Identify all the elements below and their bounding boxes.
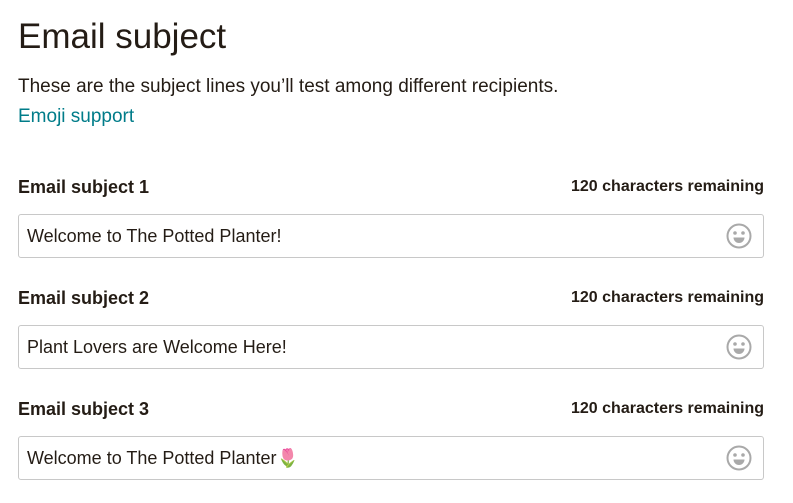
email-subject-2-character-count: 120 characters remaining [571, 289, 764, 306]
smiley-face-icon[interactable] [726, 223, 752, 249]
email-subject-2-label: Email subject 2 [18, 288, 150, 308]
smiley-face-icon[interactable] [726, 445, 752, 471]
emoji-support-link[interactable]: Emoji support [18, 105, 134, 129]
email-subject-1-input-wrapper [18, 214, 764, 258]
email-subject-1-input[interactable] [19, 215, 709, 257]
email-subject-2-input[interactable] [19, 326, 709, 368]
field-header: Email subject 3 120 characters remaining [18, 397, 764, 421]
email-subject-3-label: Email subject 3 [18, 399, 150, 419]
email-subject-2-input-wrapper [18, 325, 764, 369]
email-subject-1-label: Email subject 1 [18, 177, 150, 197]
email-subject-3-input-wrapper [18, 436, 764, 480]
email-subject-field-1: Email subject 1 120 characters remaining [18, 175, 764, 258]
smiley-face-icon[interactable] [726, 334, 752, 360]
page-title: Email subject [18, 17, 227, 56]
email-subject-3-input[interactable] [19, 437, 709, 479]
email-subject-field-2: Email subject 2 120 characters remaining [18, 286, 764, 369]
field-header: Email subject 2 120 characters remaining [18, 286, 764, 310]
email-subject-field-3: Email subject 3 120 characters remaining [18, 397, 764, 480]
email-subject-1-character-count: 120 characters remaining [571, 178, 764, 195]
page-description: These are the subject lines you’ll test … [18, 76, 559, 97]
field-header: Email subject 1 120 characters remaining [18, 175, 764, 199]
email-subject-3-character-count: 120 characters remaining [571, 400, 764, 417]
